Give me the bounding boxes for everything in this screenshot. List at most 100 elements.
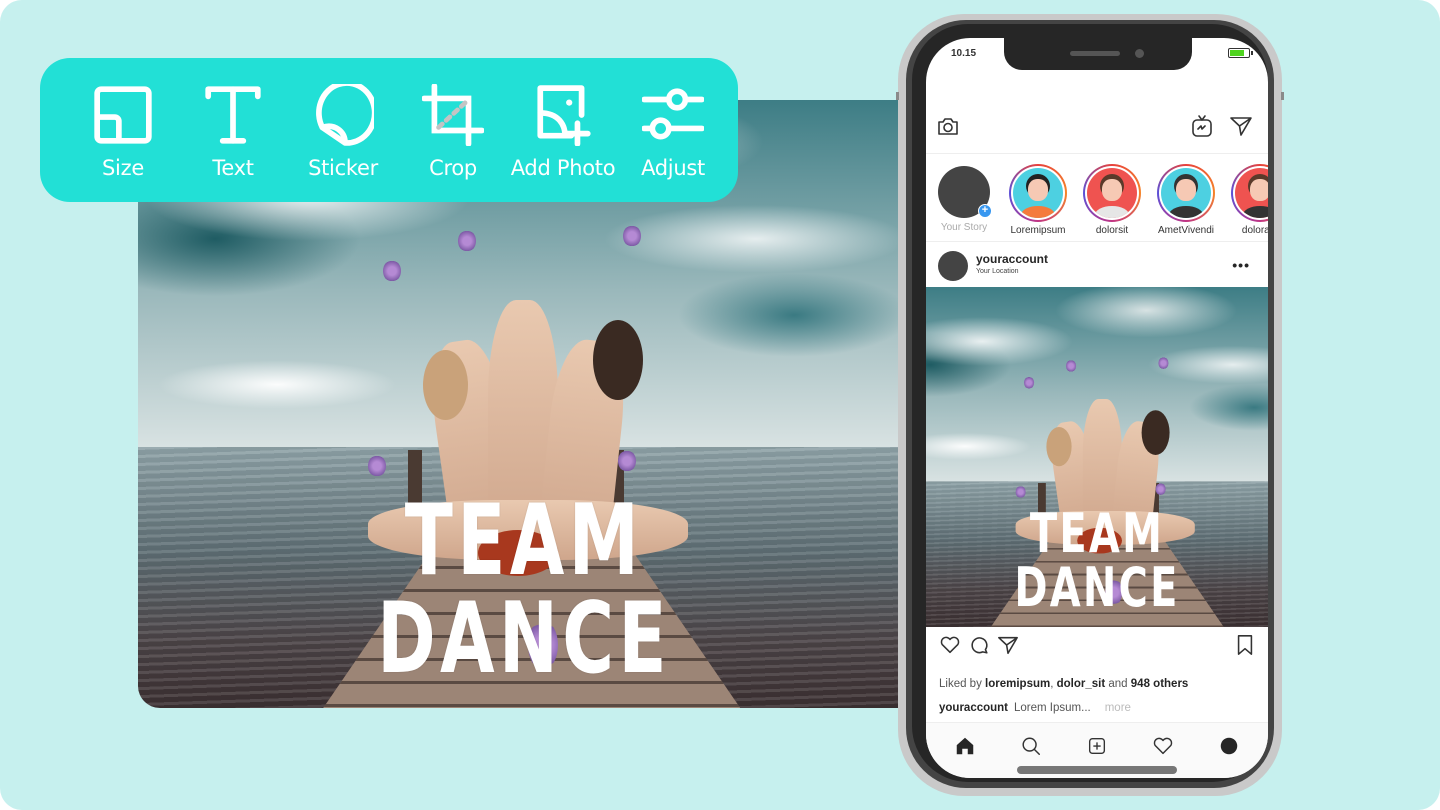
sticker-icon [316, 84, 374, 146]
avatar-face [1176, 179, 1196, 201]
profile-icon[interactable] [1218, 735, 1240, 757]
story-item[interactable]: AmetVivendi [1150, 164, 1222, 236]
dark-hair [593, 320, 643, 400]
story-ring [1231, 164, 1268, 222]
caption-text: Lorem Ipsum... [1014, 702, 1091, 714]
phone-side-button [896, 92, 899, 100]
avatar-face [1102, 179, 1122, 201]
lilac-flower [1024, 376, 1035, 389]
speaker [1070, 51, 1120, 56]
tool-text-label: Text [212, 156, 254, 180]
lilac-flower [623, 225, 641, 247]
story-name: doloram [1241, 225, 1268, 236]
blonde-hair [1046, 427, 1072, 467]
crop-icon [422, 84, 484, 146]
story-item[interactable]: doloram [1224, 164, 1268, 236]
front-camera [1135, 49, 1144, 58]
post-image[interactable]: TEAM DANCE [926, 287, 1268, 627]
story-item[interactable]: Loremipsum [1002, 164, 1074, 236]
phone-bezel: 10.15 + Your Story Loremipsum dolorsit A… [912, 24, 1268, 782]
story-avatar [1235, 168, 1268, 218]
post-image-text: TEAM DANCE [1014, 502, 1180, 619]
new-post-icon[interactable] [1086, 735, 1108, 757]
comment-icon[interactable] [968, 634, 990, 656]
caption-more-link[interactable]: more [1105, 702, 1131, 714]
likes-summary: Liked by loremipsum, dolor_sit and 948 o… [939, 678, 1189, 690]
lilac-flower [1066, 359, 1077, 373]
more-options-icon[interactable]: ••• [1232, 257, 1250, 273]
tool-size[interactable]: Size [68, 84, 178, 180]
liked-by-user[interactable]: dolor_sit [1057, 678, 1106, 690]
blonde-hair [423, 350, 468, 420]
add-story-icon[interactable]: + [978, 204, 992, 218]
post-header: youraccount Your Location ••• [926, 243, 1268, 287]
story-item[interactable]: dolorsit [1076, 164, 1148, 236]
battery-icon [1228, 48, 1253, 58]
activity-heart-icon[interactable] [1152, 735, 1174, 757]
phone-screen: 10.15 + Your Story Loremipsum dolorsit A… [926, 38, 1268, 778]
tool-add-photo-label: Add Photo [510, 156, 616, 180]
avatar-face [1250, 179, 1268, 201]
liked-by-user[interactable]: loremipsum [985, 678, 1050, 690]
dark-hair [1141, 410, 1170, 455]
phone-body: 10.15 + Your Story Loremipsum dolorsit A… [906, 20, 1274, 788]
direct-message-icon[interactable] [1229, 114, 1253, 138]
story-avatar [1161, 168, 1211, 218]
story-name: AmetVivendi [1158, 225, 1214, 236]
your-story-avatar: + [938, 166, 992, 218]
tool-adjust-label: Adjust [641, 156, 705, 180]
phone-mockup: 10.15 + Your Story Loremipsum dolorsit A… [896, 14, 1284, 796]
adjust-icon [642, 88, 704, 140]
add-photo-icon [537, 85, 591, 146]
stories-row: + Your Story Loremipsum dolorsit AmetViv… [926, 156, 1268, 242]
lilac-flower [458, 230, 476, 252]
tool-crop[interactable]: Crop [398, 84, 508, 180]
camera-icon[interactable] [936, 114, 960, 138]
lilac-flower [1155, 483, 1166, 496]
tool-text[interactable]: Text [178, 84, 288, 180]
editor-toolbar: Size Text Sticker Crop Add Photo Adjust [40, 58, 738, 202]
lilac-flower [368, 455, 386, 477]
tool-crop-label: Crop [429, 156, 477, 180]
home-indicator[interactable] [1017, 766, 1177, 774]
tool-sticker[interactable]: Sticker [288, 84, 398, 180]
caption-username[interactable]: youraccount [939, 702, 1008, 714]
post-avatar[interactable] [938, 251, 968, 281]
lilac-flower [383, 260, 401, 282]
size-icon [94, 86, 152, 144]
liked-by-prefix: Liked by [939, 678, 982, 690]
text-icon [205, 86, 261, 144]
story-avatar [1087, 168, 1137, 218]
share-icon[interactable] [997, 634, 1019, 656]
tool-add-photo[interactable]: Add Photo [508, 84, 618, 180]
story-ring [1157, 164, 1215, 222]
lilac-flower [618, 450, 636, 472]
story-name: dolorsit [1095, 225, 1129, 236]
avatar-face [1028, 179, 1048, 201]
liked-by-others[interactable]: 948 others [1131, 678, 1189, 690]
post-location[interactable]: Your Location [976, 268, 1019, 275]
photo-text-overlay[interactable]: TEAM DANCE [246, 492, 802, 688]
avatar-shirt [1243, 206, 1268, 218]
igtv-icon[interactable] [1190, 114, 1214, 138]
battery-level [1230, 50, 1245, 56]
story-your-story[interactable]: + Your Story [928, 164, 1000, 233]
avatar-shirt [1021, 206, 1055, 218]
status-time: 10.15 [951, 48, 977, 59]
search-icon[interactable] [1020, 735, 1042, 757]
story-name: Your Story [940, 222, 988, 233]
liked-by-and: and [1108, 678, 1128, 690]
like-heart-icon[interactable] [939, 634, 961, 656]
tool-size-label: Size [102, 156, 144, 180]
post-actions [926, 634, 1268, 664]
lilac-flower [1158, 357, 1169, 370]
story-ring [1009, 164, 1067, 222]
tool-sticker-label: Sticker [308, 156, 378, 180]
avatar-shirt [1169, 206, 1203, 218]
tool-adjust[interactable]: Adjust [618, 84, 728, 180]
post-username[interactable]: youraccount [976, 252, 1048, 266]
home-icon[interactable] [954, 735, 976, 757]
bookmark-icon[interactable] [1234, 634, 1256, 656]
story-name: Loremipsum [1010, 225, 1066, 236]
avatar-shirt [1095, 206, 1129, 218]
